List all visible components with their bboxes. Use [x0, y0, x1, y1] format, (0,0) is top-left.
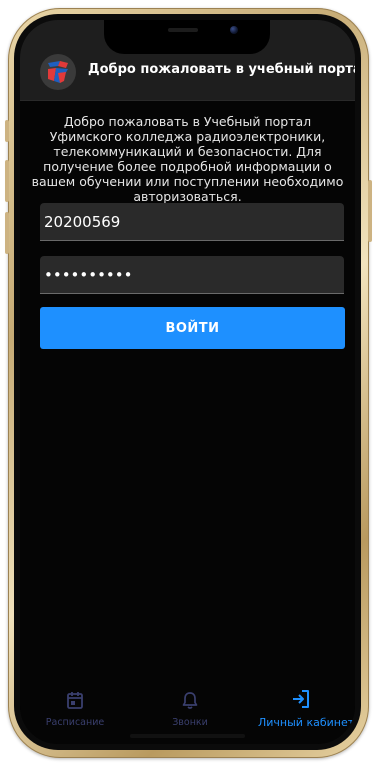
- silent-switch: [5, 120, 9, 142]
- tab-schedule[interactable]: Расписание: [30, 684, 120, 744]
- welcome-text: Добро пожаловать в Учебный портал Уфимск…: [31, 114, 344, 204]
- volume-up-button: [5, 160, 9, 202]
- login-input[interactable]: [40, 203, 344, 240]
- home-indicator: [130, 734, 245, 738]
- login-button[interactable]: ВОЙТИ: [40, 307, 345, 349]
- phone-screen: Добро пожаловать в учебный портал Добро …: [20, 20, 355, 744]
- bell-icon: [182, 690, 198, 714]
- tab-cabinet[interactable]: Личный кабинет: [252, 684, 355, 744]
- notch: [104, 20, 270, 54]
- speaker-grille: [168, 28, 198, 32]
- college-logo-icon: [40, 54, 76, 90]
- front-camera: [230, 26, 238, 34]
- login-field[interactable]: [40, 203, 344, 241]
- power-button: [368, 180, 372, 242]
- header-title: Добро пожаловать в учебный портал: [88, 62, 355, 77]
- calendar-icon: [66, 690, 84, 714]
- login-icon: [290, 688, 312, 714]
- password-input[interactable]: [40, 256, 344, 293]
- password-field[interactable]: [40, 256, 344, 294]
- tab-calls-label: Звонки: [172, 717, 208, 728]
- tab-schedule-label: Расписание: [45, 717, 105, 728]
- volume-down-button: [5, 212, 9, 254]
- tab-cabinet-label: Личный кабинет: [258, 716, 355, 729]
